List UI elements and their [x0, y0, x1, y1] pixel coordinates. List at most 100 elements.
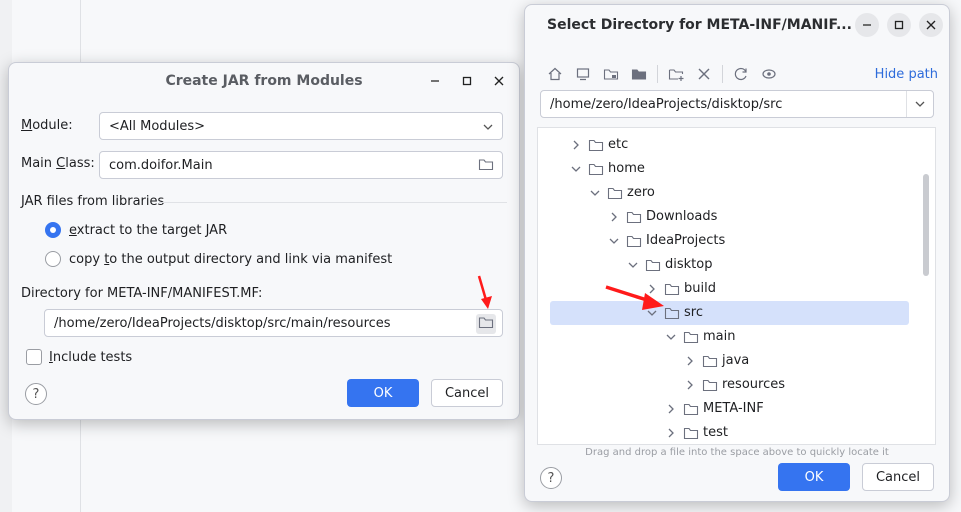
- home-icon[interactable]: [545, 64, 565, 84]
- chevron-right-icon[interactable]: [646, 283, 658, 295]
- chevron-right-icon[interactable]: [608, 211, 620, 223]
- copy-radio-label[interactable]: copy to the output directory and link vi…: [69, 252, 392, 267]
- close-icon[interactable]: [919, 13, 943, 37]
- tree-row-meta-inf[interactable]: META-INF: [538, 397, 935, 421]
- tree-row-label: home: [608, 161, 645, 176]
- include-tests-checkbox[interactable]: [26, 349, 42, 365]
- minimize-icon[interactable]: [423, 69, 447, 93]
- folder-icon: [702, 379, 718, 392]
- tree-row-src[interactable]: src: [538, 301, 935, 325]
- chevron-down-icon[interactable]: [665, 331, 677, 343]
- new-folder-icon[interactable]: [666, 64, 686, 84]
- chevron-right-icon[interactable]: [684, 355, 696, 367]
- desktop-icon[interactable]: [573, 64, 593, 84]
- main-class-label: Main Class:: [21, 156, 95, 171]
- copy-radio[interactable]: [45, 251, 61, 267]
- tree-scrollbar[interactable]: [923, 174, 929, 276]
- tree-row-label: zero: [627, 185, 655, 200]
- help-button[interactable]: ?: [25, 383, 47, 405]
- module-select[interactable]: <All Modules>: [99, 112, 503, 140]
- tree-row-label: disktop: [665, 257, 713, 272]
- minimize-icon[interactable]: [855, 13, 879, 37]
- tree-row-resources[interactable]: resources: [538, 373, 935, 397]
- main-class-field[interactable]: com.doifor.Main: [99, 151, 503, 179]
- help-button[interactable]: ?: [540, 467, 562, 489]
- folder-icon: [702, 355, 718, 368]
- maximize-icon[interactable]: [887, 13, 911, 37]
- delete-icon[interactable]: [694, 64, 714, 84]
- cancel-button[interactable]: Cancel: [862, 463, 934, 491]
- folder-icon: [607, 187, 623, 200]
- close-icon[interactable]: [487, 69, 511, 93]
- chevron-down-icon[interactable]: [646, 307, 658, 319]
- folder-icon: [664, 283, 680, 296]
- section-separator: [159, 202, 507, 203]
- chevron-right-icon[interactable]: [665, 403, 677, 415]
- folder-icon: [664, 307, 680, 320]
- ok-button[interactable]: OK: [778, 463, 850, 491]
- extract-radio[interactable]: [45, 222, 61, 238]
- chevron-right-icon[interactable]: [570, 139, 582, 151]
- folder-icon: [683, 427, 699, 440]
- dialog-title: Select Directory for META-INF/MANIF...: [547, 17, 852, 33]
- chevron-down-icon: [482, 121, 494, 136]
- chevron-right-icon[interactable]: [665, 427, 677, 439]
- tree-row-disktop[interactable]: disktop: [538, 253, 935, 277]
- drag-drop-hint: Drag and drop a file into the space abov…: [585, 447, 889, 458]
- tree-row-label: main: [703, 329, 736, 344]
- path-dropdown[interactable]: [906, 91, 933, 117]
- tree-row-label: java: [722, 353, 750, 368]
- folder-browse-icon[interactable]: [478, 157, 494, 175]
- folder-icon: [645, 259, 661, 272]
- tree-row-label: etc: [608, 137, 629, 152]
- tree-row-java[interactable]: java: [538, 349, 935, 373]
- module-value: <All Modules>: [109, 118, 206, 134]
- chevron-down-icon[interactable]: [627, 259, 639, 271]
- folder-icon: [588, 139, 604, 152]
- dialog-title: Create JAR from Modules: [165, 73, 363, 89]
- create-jar-dialog: Create JAR from Modules Module: <All Mod…: [8, 62, 520, 420]
- chevron-right-icon[interactable]: [684, 379, 696, 391]
- chevron-down-icon[interactable]: [570, 163, 582, 175]
- directory-tree[interactable]: etc home zero Downloads IdeaProjects disktop b…: [537, 127, 936, 445]
- manifest-dir-label: Directory for META-INF/MANIFEST.MF:: [21, 286, 263, 301]
- tree-row-main[interactable]: main: [538, 325, 935, 349]
- tree-row-downloads[interactable]: Downloads: [538, 205, 935, 229]
- folder-icon: [683, 403, 699, 416]
- show-hidden-icon[interactable]: [759, 64, 779, 84]
- file-chooser-toolbar: [545, 63, 779, 85]
- manifest-dir-field[interactable]: /home/zero/IdeaProjects/disktop/src/main…: [44, 309, 503, 337]
- folder-icon: [626, 235, 642, 248]
- tree-row-label: build: [684, 281, 716, 296]
- path-input[interactable]: /home/zero/IdeaProjects/disktop/src: [540, 90, 934, 118]
- cancel-button[interactable]: Cancel: [431, 379, 503, 407]
- dialog-titlebar[interactable]: Create JAR from Modules: [9, 63, 519, 99]
- tree-row-label: test: [703, 425, 728, 440]
- path-value: /home/zero/IdeaProjects/disktop/src: [550, 96, 783, 112]
- tree-row-label: Downloads: [646, 209, 718, 224]
- folder-browse-icon[interactable]: [476, 314, 496, 334]
- select-directory-dialog: Select Directory for META-INF/MANIF... H…: [524, 4, 950, 502]
- tree-row-ideaprojects[interactable]: IdeaProjects: [538, 229, 935, 253]
- tree-row-home[interactable]: home: [538, 157, 935, 181]
- manifest-dir-value: /home/zero/IdeaProjects/disktop/src/main…: [54, 315, 391, 331]
- folder-icon: [626, 211, 642, 224]
- ok-button[interactable]: OK: [347, 379, 419, 407]
- tree-row-test[interactable]: test: [538, 421, 935, 444]
- include-tests-label[interactable]: Include tests: [49, 350, 132, 365]
- chevron-down-icon[interactable]: [608, 235, 620, 247]
- refresh-icon[interactable]: [731, 64, 751, 84]
- tree-row-zero[interactable]: zero: [538, 181, 935, 205]
- hide-path-link[interactable]: Hide path: [875, 67, 938, 82]
- maximize-icon[interactable]: [455, 69, 479, 93]
- tree-row-etc[interactable]: etc: [538, 133, 935, 157]
- extract-radio-label[interactable]: extract to the target JAR: [69, 223, 227, 238]
- chevron-down-icon[interactable]: [589, 187, 601, 199]
- folder-icon: [683, 331, 699, 344]
- tree-row-label: META-INF: [703, 401, 764, 416]
- dialog-titlebar[interactable]: Select Directory for META-INF/MANIF...: [525, 5, 949, 45]
- tree-row-build[interactable]: build: [538, 277, 935, 301]
- module-folder-icon[interactable]: [629, 64, 649, 84]
- project-folder-icon[interactable]: [601, 64, 621, 84]
- tree-row-label: src: [684, 305, 703, 320]
